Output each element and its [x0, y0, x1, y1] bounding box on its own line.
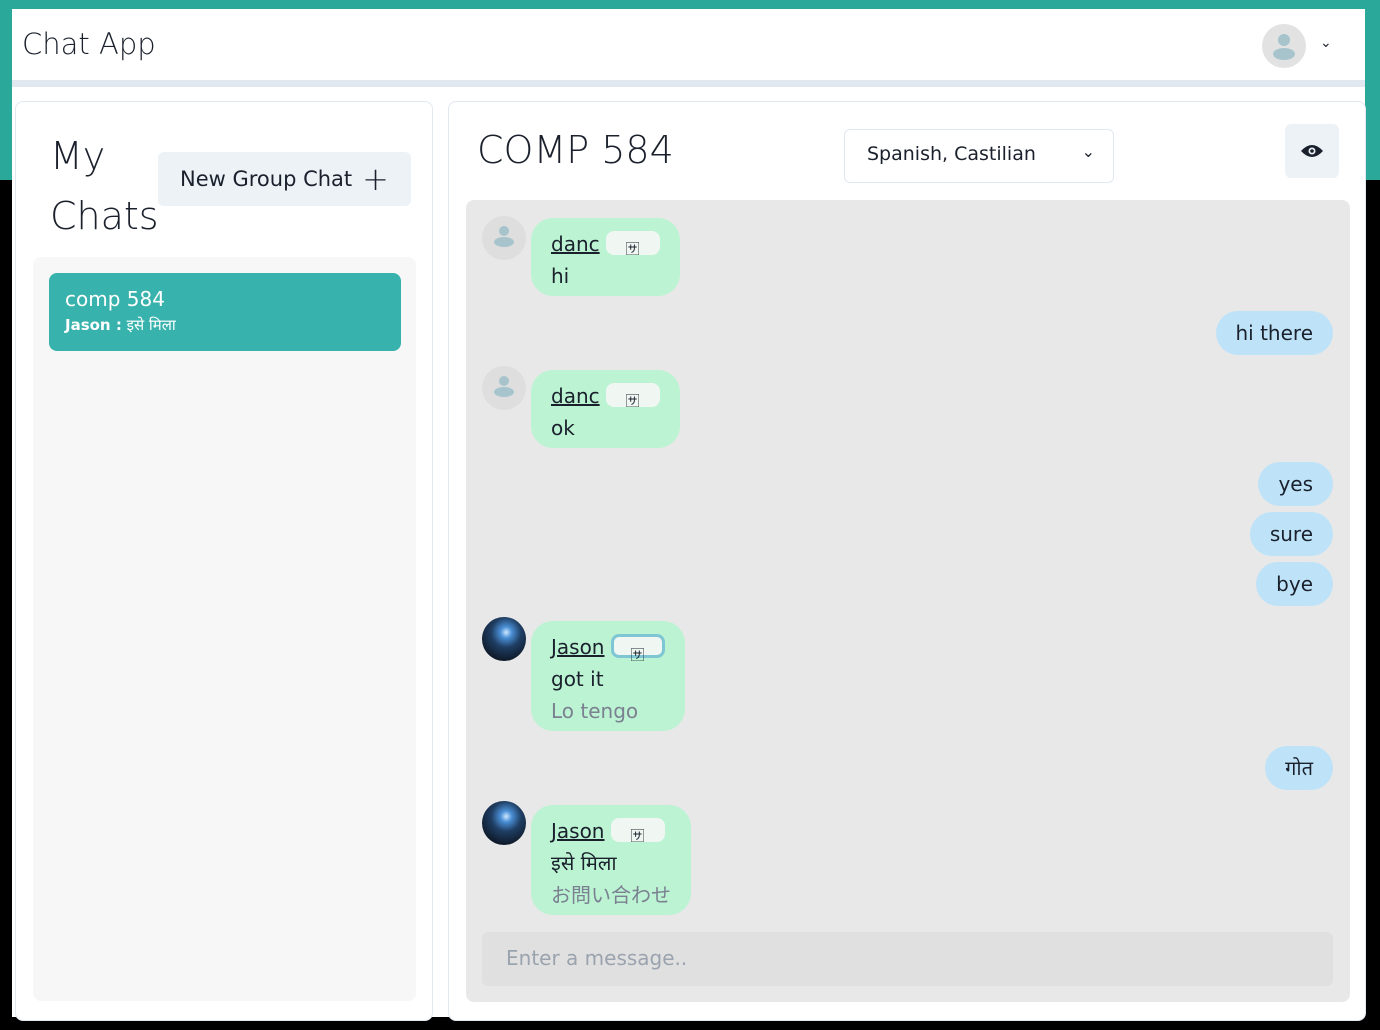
chat-panel: COMP 584 Spanish, Castilian ⌄ danc 🈂 hi hi…: [448, 101, 1366, 1021]
chevron-down-icon: ⌄: [1081, 142, 1095, 161]
avatar[interactable]: [482, 801, 526, 845]
message-sent: yes: [1258, 462, 1333, 506]
chat-title: COMP 584: [477, 128, 674, 172]
translate-icon: 🈂: [630, 828, 645, 845]
chat-list-item[interactable]: comp 584 Jason : इसे मिला: [49, 273, 401, 351]
translate-button[interactable]: 🈂: [610, 817, 665, 845]
main-page: My Chats New Group Chat + comp 584 Jason …: [12, 87, 1366, 1021]
message-received: Jason 🈂 इसे मिला お問い合わせ: [531, 805, 691, 915]
message-text: ok: [551, 416, 575, 440]
translate-icon: 🈂: [625, 241, 640, 258]
translate-button[interactable]: 🈂: [605, 382, 660, 410]
translate-icon: 🈂: [625, 393, 640, 410]
translate-button[interactable]: 🈂: [610, 633, 665, 664]
my-chats-title: My Chats: [50, 134, 159, 238]
profile-avatar[interactable]: [1262, 24, 1306, 68]
message-received: danc 🈂 hi: [531, 218, 680, 296]
message-sent: bye: [1256, 562, 1333, 606]
eye-icon: [1301, 145, 1323, 157]
my-chats-panel: My Chats New Group Chat + comp 584 Jason …: [15, 101, 433, 1021]
message-text: इसे मिला: [551, 851, 617, 875]
message-received: Jason 🈂 got it Lo tengo: [531, 621, 685, 731]
translated-text: Lo tengo: [551, 699, 639, 723]
new-group-label: New Group Chat: [180, 167, 353, 191]
avatar[interactable]: [482, 216, 526, 260]
language-select[interactable]: Spanish, Castilian ⌄: [844, 129, 1114, 183]
chevron-down-icon[interactable]: ⌄: [1320, 35, 1332, 51]
language-value: Spanish, Castilian: [867, 143, 1036, 165]
user-icon: [494, 226, 514, 247]
plus-icon: +: [362, 160, 389, 198]
message-text: got it: [551, 667, 604, 691]
app-title: Chat App: [22, 27, 156, 61]
translated-text: お問い合わせ: [551, 883, 671, 907]
message-sent: hi there: [1215, 311, 1333, 355]
avatar[interactable]: [482, 617, 526, 661]
user-icon: [1273, 34, 1295, 60]
message-sent: sure: [1249, 512, 1333, 556]
translate-button[interactable]: 🈂: [605, 230, 660, 258]
new-group-chat-button[interactable]: New Group Chat +: [158, 152, 411, 206]
latest-message: Jason : इसे मिला: [65, 315, 385, 335]
sender-name[interactable]: Jason: [551, 635, 605, 659]
latest-sender: Jason :: [65, 316, 122, 334]
avatar[interactable]: [482, 366, 526, 410]
chat-list: comp 584 Jason : इसे मिला: [33, 257, 416, 1001]
user-icon: [494, 376, 514, 397]
app-header: Chat App ⌄: [12, 9, 1365, 87]
messages-area: danc 🈂 hi hi there danc 🈂 ok yes sure bye …: [466, 200, 1350, 1002]
message-input[interactable]: Enter a message..: [482, 932, 1333, 986]
message-sent: गोत: [1265, 746, 1333, 790]
sender-name[interactable]: danc: [551, 232, 600, 256]
chat-name: comp 584: [65, 287, 165, 311]
sender-name[interactable]: danc: [551, 384, 600, 408]
message-received: danc 🈂 ok: [531, 370, 680, 448]
sender-name[interactable]: Jason: [551, 819, 605, 843]
latest-text: इसे मिला: [126, 316, 176, 334]
translate-icon: 🈂: [630, 647, 645, 664]
view-details-button[interactable]: [1285, 124, 1339, 178]
message-text: hi: [551, 264, 570, 288]
